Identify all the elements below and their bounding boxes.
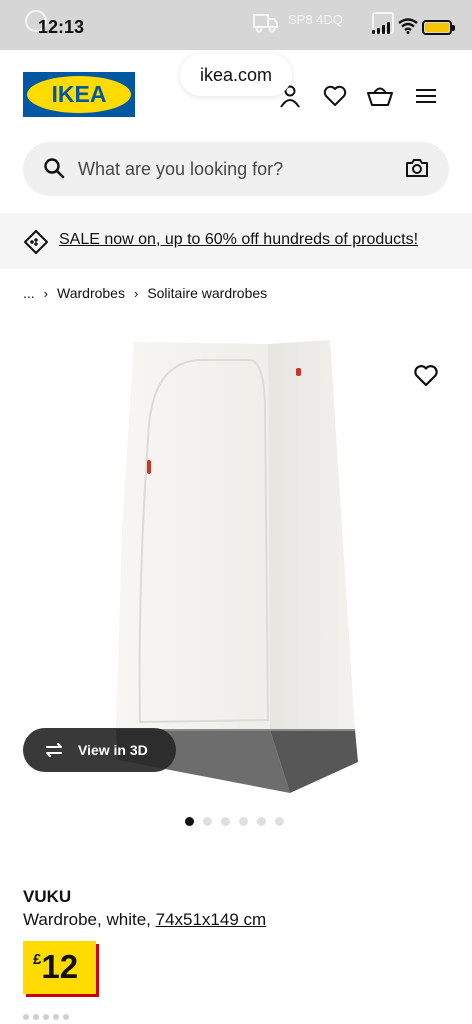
sale-banner[interactable]: SALE now on, up to 60% off hundreds of p… [0,213,472,269]
product-dimensions-link[interactable]: 74x51x149 cm [156,910,267,929]
rating-stars-partial [23,1014,163,1020]
logo-text: IKEA [27,76,131,113]
sale-banner-link[interactable]: SALE now on, up to 60% off hundreds of p… [59,231,418,249]
breadcrumb: ... › Wardrobes › Solitaire wardrobes [23,285,267,301]
view-in-3d-button[interactable]: View in 3D [23,728,176,772]
price-amount: 12 [41,948,79,985]
battery-icon [422,20,455,35]
search-bar[interactable]: What are you looking for? [23,142,449,196]
breadcrumb-item-wardrobes[interactable]: Wardrobes [57,285,125,301]
pagination-dot-4[interactable] [239,817,248,826]
signal-icon [372,22,390,34]
ikea-logo[interactable]: IKEA [23,72,135,117]
chevron-right-icon: › [43,285,49,301]
pagination-dot-2[interactable] [203,817,212,826]
pagination-dot-1[interactable] [185,817,194,826]
price-currency: £ [33,951,42,968]
camera-search-icon[interactable] [405,157,429,184]
pagination-dot-6[interactable] [275,817,284,826]
product-type: Wardrobe, white, [23,910,151,929]
postcode-ghost-text: SP8 4DQ [288,12,343,27]
price-tag-icon [23,229,49,260]
pagination-dot-5[interactable] [257,817,266,826]
browser-url[interactable]: ikea.com [180,54,292,96]
view-in-3d-label: View in 3D [78,742,148,758]
add-to-favourites-icon[interactable] [413,364,439,393]
product-name: VUKU [23,887,72,906]
chevron-right-icon: › [133,285,139,301]
breadcrumb-item-solitaire[interactable]: Solitaire wardrobes [147,285,267,301]
search-icon [43,157,65,184]
status-bar: 12:13 SP8 4DQ [0,0,472,50]
product-description: Wardrobe, white, 74x51x149 cm [23,910,266,930]
price-tag: £ 12 [23,941,96,994]
heart-icon[interactable] [321,82,349,110]
wifi-icon [398,18,418,39]
menu-icon[interactable] [412,82,440,110]
basket-icon[interactable] [366,82,394,110]
pagination-dot-3[interactable] [221,817,230,826]
status-time: 12:13 [38,17,85,37]
rotate-3d-icon [42,742,66,758]
search-placeholder[interactable]: What are you looking for? [78,159,283,180]
breadcrumb-ellipsis[interactable]: ... [23,285,35,301]
image-pagination[interactable] [185,817,284,826]
